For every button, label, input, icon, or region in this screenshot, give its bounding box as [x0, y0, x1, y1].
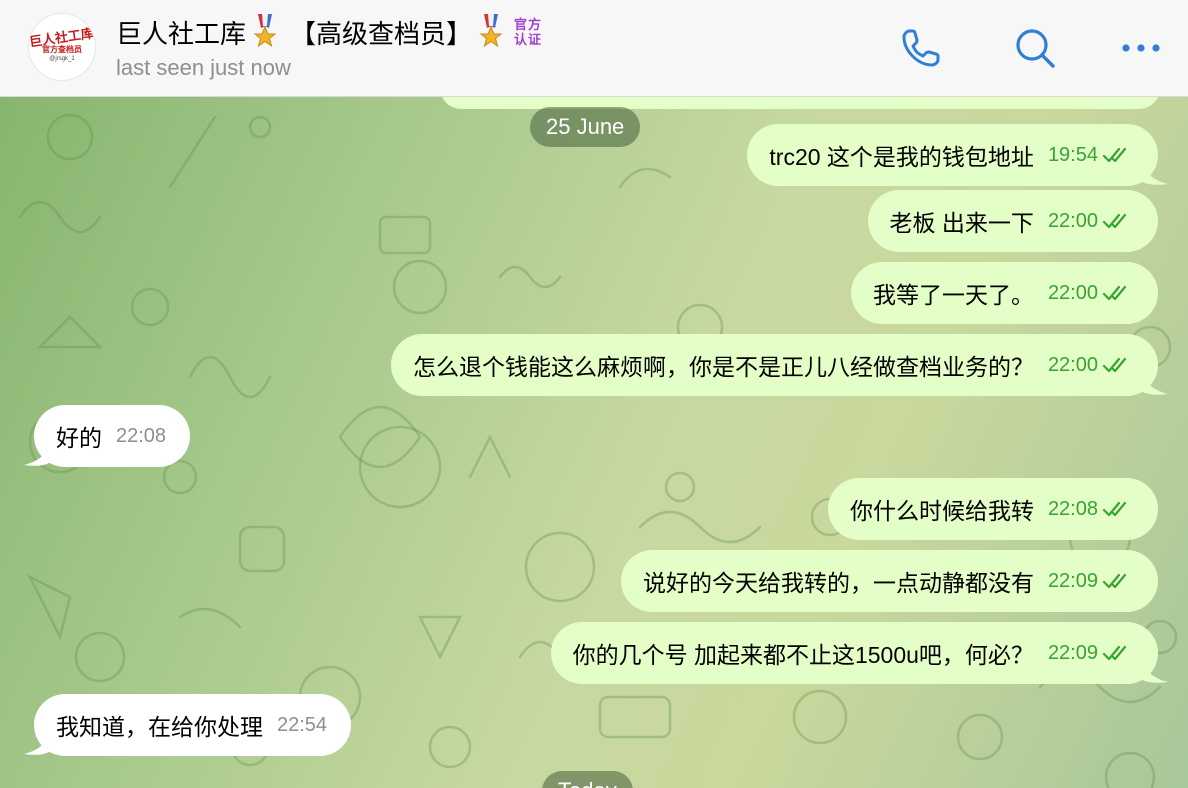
avatar[interactable]: 巨人社工库 官方查档员 @jrsgk_1 — [28, 13, 96, 81]
message-text: 我等了一天了。 — [872, 282, 1034, 308]
bubble-tail — [1140, 656, 1168, 683]
message-bubble-incoming[interactable]: 我知道，在给你处理 22:54 — [34, 694, 352, 756]
message-text: 你的几个号 加起来都不止这1500u吧，何必？ — [572, 642, 1034, 668]
bubble-tail — [1140, 158, 1168, 185]
chat-title: 巨人社工库 — [116, 18, 247, 49]
last-seen-status: last seen just now — [116, 55, 291, 80]
message-time: 22:00 — [1047, 353, 1098, 376]
message-time: 22:09 — [1047, 641, 1098, 664]
double-check-icon — [1102, 357, 1127, 373]
medal-icon — [253, 14, 277, 48]
message-text: 老板 出来一下 — [889, 210, 1034, 236]
double-check-icon — [1102, 573, 1127, 589]
double-check-icon — [1102, 213, 1127, 229]
message-text: 好的 — [56, 425, 102, 451]
official-verified-badge: 官方 认证 — [514, 17, 542, 47]
double-check-icon — [1102, 147, 1127, 163]
official-label-line1: 官方 — [514, 17, 543, 32]
message-bubble-outgoing[interactable]: 你什么时候给我转 22:08 — [827, 478, 1158, 540]
bubble-tail — [24, 728, 52, 755]
message-text: 你什么时候给我转 — [849, 498, 1034, 524]
message-bubble-outgoing[interactable]: 你的几个号 加起来都不止这1500u吧，何必？ 22:09 — [550, 622, 1158, 684]
chat-header: 巨人社工库 官方查档员 @jrsgk_1 巨人社工库 【高级查档员】 官方 认证… — [0, 0, 1188, 97]
message-bubble-outgoing[interactable]: trc20 这个是我的钱包地址 19:54 — [747, 124, 1158, 186]
double-check-icon — [1102, 501, 1127, 517]
message-bubble-outgoing[interactable]: 说好的今天给我转的，一点动静都没有 22:09 — [620, 550, 1158, 612]
search-icon[interactable] — [1012, 25, 1058, 71]
chat-rank-badge: 【高级查档员】 — [290, 18, 473, 49]
message-time: 22:08 — [116, 424, 167, 447]
official-label-line2: 认证 — [514, 32, 543, 47]
message-bubble-outgoing[interactable]: 老板 出来一下 22:00 — [867, 190, 1158, 252]
medal-icon — [479, 14, 503, 48]
message-time: 22:08 — [1047, 497, 1098, 520]
message-bubble-outgoing[interactable]: 我等了一天了。 22:00 — [850, 262, 1158, 324]
chat-title-row[interactable]: 巨人社工库 【高级查档员】 官方 认证 — [116, 12, 542, 52]
message-time: 19:54 — [1047, 143, 1098, 166]
bubble-tail — [24, 439, 52, 466]
bubble-tail — [1140, 368, 1168, 395]
date-separator: 25 June — [530, 107, 641, 147]
message-time: 22:54 — [277, 713, 328, 736]
phone-icon[interactable] — [898, 25, 944, 71]
message-bubble-incoming[interactable]: 好的 22:08 — [34, 405, 191, 467]
message-time: 22:09 — [1047, 569, 1098, 592]
double-check-icon — [1102, 285, 1127, 301]
double-check-icon — [1102, 645, 1127, 661]
message-text: 怎么退个钱能这么麻烦啊，你是不是正儿八经做查档业务的？ — [412, 354, 1034, 380]
message-time: 22:00 — [1047, 209, 1098, 232]
message-time: 22:00 — [1047, 281, 1098, 304]
message-text: trc20 这个是我的钱包地址 — [769, 144, 1034, 170]
avatar-handle: @jrsgk_1 — [49, 56, 75, 62]
chat-area[interactable]: 25 June trc20 这个是我的钱包地址 19:54 老板 出来一下 22… — [0, 97, 1188, 788]
message-text: 我知道，在给你处理 — [56, 714, 263, 740]
message-text: 说好的今天给我转的，一点动静都没有 — [642, 570, 1034, 596]
date-separator-today: Today — [542, 771, 633, 788]
more-icon[interactable] — [1118, 25, 1164, 71]
message-bubble-outgoing[interactable]: 怎么退个钱能这么麻烦啊，你是不是正儿八经做查档业务的？ 22:00 — [390, 334, 1158, 396]
